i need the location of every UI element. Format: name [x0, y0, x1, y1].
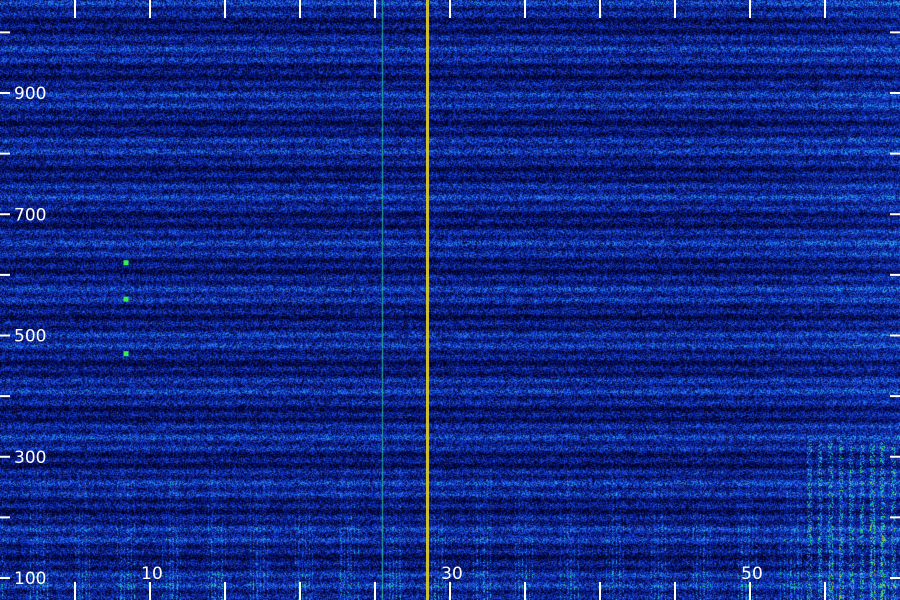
y-tick-label: 700 [14, 205, 46, 225]
x-tick-label: 10 [141, 564, 163, 584]
y-tick-label: 900 [14, 84, 46, 104]
x-tick-label: 50 [741, 564, 763, 584]
heatmap-area [0, 0, 900, 600]
feature-point [123, 260, 129, 266]
x-tick-label: 30 [441, 564, 463, 584]
heatmap-canvas [0, 0, 900, 600]
y-tick-label: 500 [14, 327, 46, 347]
spectrogram-chart: 10 30 50 100 300 500 700 900 [0, 0, 900, 600]
feature-point [123, 351, 129, 357]
feature-point [123, 296, 129, 302]
y-tick-label: 100 [14, 569, 46, 589]
y-tick-label: 300 [14, 448, 46, 468]
